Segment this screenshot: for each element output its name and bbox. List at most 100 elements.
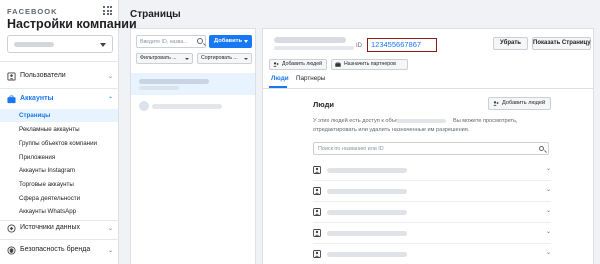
add-person-icon xyxy=(273,62,279,67)
shield-icon xyxy=(7,246,16,255)
remove-button[interactable]: Убрать xyxy=(493,37,528,50)
sidebar-item-apps[interactable]: Приложения xyxy=(0,151,118,164)
sidebar-item-pages[interactable]: Страницы xyxy=(0,109,118,122)
apps-grid-icon[interactable] xyxy=(103,6,112,15)
sort-label: Сортировать ... xyxy=(201,55,238,61)
sidebar-item-business-asset-groups[interactable]: Группы объектов компании xyxy=(0,137,118,150)
sidebar-item-whatsapp-accounts[interactable]: Аккаунты WhatsApp xyxy=(0,205,118,218)
chevron-down-icon: ⌄ xyxy=(545,229,551,235)
page-id-value: 123455667867 xyxy=(367,38,437,52)
page-title: Страницы xyxy=(130,9,181,20)
sidebar-section-users[interactable]: Пользователи ⌄ xyxy=(7,71,113,83)
people-section-title: Люди xyxy=(313,100,334,109)
add-people-button[interactable]: Добавить людей xyxy=(488,97,551,110)
account-name-redacted xyxy=(14,42,54,47)
chevron-down-icon: ⌄ xyxy=(545,208,551,214)
page-header: Страницы xyxy=(120,0,600,28)
redacted-person-name xyxy=(327,231,407,236)
page-avatar xyxy=(139,101,149,111)
people-description: У этих людей есть доступ к объекту xyxy=(313,118,407,124)
chevron-down-icon: ⌄ xyxy=(545,166,551,172)
person-row[interactable]: ⌄ xyxy=(313,225,553,243)
brand-logo: FACEBOOK xyxy=(7,7,58,16)
sidebar-title: Настройки компании xyxy=(7,17,137,31)
sidebar-item-line-of-business[interactable]: Сфера деятельности xyxy=(0,192,118,205)
assign-partners-button[interactable]: Назначить партнеров xyxy=(331,59,408,70)
chevron-down-icon: ⌄ xyxy=(545,187,551,193)
sidebar-section-brand-safety[interactable]: Безопасность бренда ⌄ xyxy=(7,245,113,257)
person-row[interactable]: ⌄ xyxy=(313,183,553,201)
redacted-page-owner xyxy=(274,46,354,50)
redacted-person-name xyxy=(327,210,407,215)
person-row[interactable]: ⌄ xyxy=(313,162,553,180)
person-icon xyxy=(313,250,321,258)
redacted-person-name xyxy=(327,189,407,194)
divider xyxy=(0,239,119,240)
chevron-up-icon: ⌃ xyxy=(107,97,113,103)
chevron-down-icon: ⌄ xyxy=(107,226,113,232)
tab-people[interactable]: Люди xyxy=(271,75,289,82)
redacted-page-id xyxy=(139,86,179,90)
sidebar-section-accounts[interactable]: Аккаунты ⌃ xyxy=(7,94,113,106)
people-description: Вы можете просмотреть, xyxy=(453,118,518,124)
person-row[interactable]: ⌄ xyxy=(313,246,553,264)
sidebar-section-label: Источники данных xyxy=(20,224,80,231)
filter-dropdown[interactable]: Фильтровать ... xyxy=(136,53,193,64)
person-row[interactable]: ⌄ xyxy=(313,204,553,222)
divider xyxy=(263,88,593,89)
person-icon xyxy=(313,229,321,237)
add-page-button[interactable]: Добавить xyxy=(209,35,252,48)
pages-search-input[interactable] xyxy=(140,37,196,47)
divider xyxy=(313,201,551,202)
sidebar: FACEBOOK Настройки компании Пользователи… xyxy=(0,0,137,264)
filter-label: Фильтровать ... xyxy=(140,55,177,61)
add-people-small-button[interactable]: Добавить людей xyxy=(269,59,327,70)
divider xyxy=(313,222,551,223)
add-people-label: Добавить людей xyxy=(282,61,322,67)
users-icon xyxy=(7,72,16,81)
divider xyxy=(313,243,551,244)
people-search-input[interactable] xyxy=(318,144,528,154)
people-search-box[interactable] xyxy=(313,142,549,155)
divider xyxy=(313,180,551,181)
divider xyxy=(0,220,119,221)
sidebar-item-ad-accounts[interactable]: Рекламные аккаунты xyxy=(0,123,118,136)
add-button-label: Добавить xyxy=(214,38,243,44)
list-item[interactable] xyxy=(131,95,255,117)
show-page-button[interactable]: Показать Страницу xyxy=(532,37,591,50)
data-sources-icon xyxy=(7,224,16,233)
sidebar-section-label: Безопасность бренда xyxy=(20,246,91,253)
list-item[interactable] xyxy=(131,73,255,95)
person-icon xyxy=(313,166,321,174)
person-icon xyxy=(313,187,321,195)
sidebar-section-data-sources[interactable]: Источники данных ⌄ xyxy=(7,223,113,235)
sidebar-section-label: Аккаунты xyxy=(20,95,54,102)
chevron-down-icon xyxy=(244,58,248,60)
chevron-down-icon xyxy=(244,40,248,43)
partner-icon xyxy=(335,62,341,67)
person-icon xyxy=(313,208,321,216)
chevron-down-icon: ⌄ xyxy=(545,250,551,256)
business-account-select[interactable] xyxy=(7,35,113,53)
redacted-page-name xyxy=(274,37,346,43)
pages-list-panel: Добавить Фильтровать ... Сортировать ... xyxy=(130,28,256,264)
chevron-down-icon xyxy=(100,43,106,47)
assign-partners-label: Назначить партнеров xyxy=(344,61,396,67)
sidebar-item-instagram-accounts[interactable]: Аккаунты Instagram xyxy=(0,164,118,177)
add-person-icon xyxy=(493,101,499,106)
chevron-down-icon xyxy=(185,58,189,60)
redacted-person-name xyxy=(327,252,407,257)
divider xyxy=(0,88,119,89)
redacted-page-name xyxy=(152,104,222,109)
sidebar-section-label: Пользователи xyxy=(20,72,66,79)
briefcase-icon xyxy=(7,95,16,104)
redacted-person-name xyxy=(327,168,407,173)
sort-dropdown[interactable]: Сортировать ... xyxy=(197,53,252,64)
chevron-down-icon: ⌄ xyxy=(107,248,113,254)
sidebar-item-commerce-accounts[interactable]: Торговые аккаунты xyxy=(0,178,118,191)
divider xyxy=(0,61,119,62)
pages-search-box[interactable] xyxy=(136,35,206,48)
tab-partners[interactable]: Партнеры xyxy=(296,75,325,82)
add-people-label: Добавить людей xyxy=(502,100,546,106)
page-detail-panel: ID 123455667867 Убрать Показать Страницу… xyxy=(262,28,594,264)
